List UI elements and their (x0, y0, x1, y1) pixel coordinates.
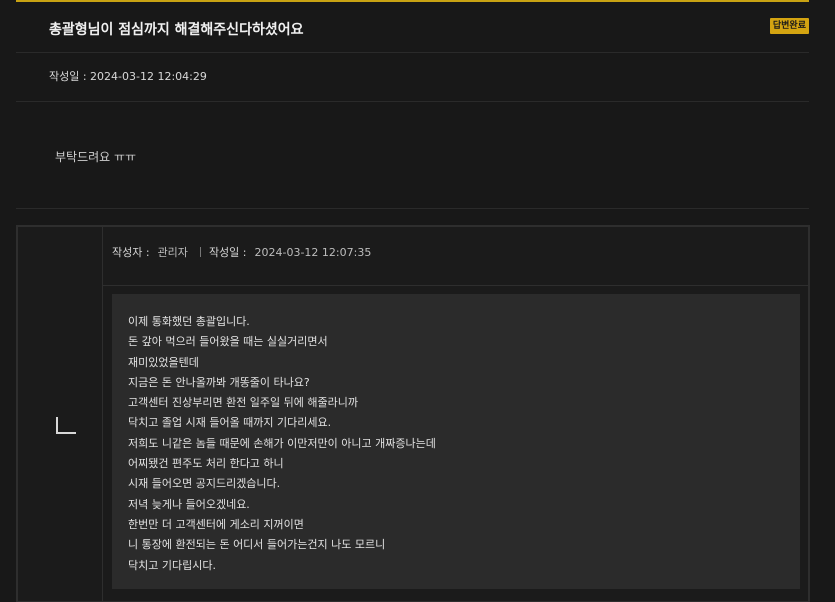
answer-side-column (18, 227, 103, 601)
answer-line: 저희도 니같은 놈들 때문에 손해가 이만저만이 아니고 개짜증나는데 (128, 436, 436, 450)
post-title: 총괄형님이 점심까지 해결해주신다하셨어요 (49, 22, 304, 38)
meta-divider (199, 247, 201, 257)
answer-line: 저녁 늦게나 들어오겠네요. (128, 497, 250, 511)
answer-header: 작성자 : 관리자 작성일 : 2024-03-12 12:07:35 (103, 227, 808, 286)
post-content-row: 부탁드려요 ㅠㅠ (16, 102, 809, 209)
answer-body: 이제 통화했던 총괄입니다. 돈 갚아 먹으러 들어왔을 때는 실실거리면서 재… (112, 294, 800, 589)
answer-line: 돈 갚아 먹으러 들어왔을 때는 실실거리면서 (128, 335, 328, 349)
status-badge: 답변완료 (769, 18, 809, 34)
answer-box: 작성자 : 관리자 작성일 : 2024-03-12 12:07:35 이제 통화했던… (16, 225, 810, 602)
answer-line: 시재 들어오면 공지드리겠습니다. (128, 477, 281, 491)
answer-line: 지금은 돈 안나올까봐 개똥줄이 타나요? (128, 375, 310, 389)
answer-line: 닥치고 기다립시다. (128, 558, 216, 572)
post-title-row: 총괄형님이 점심까지 해결해주신다하셨어요 답변완료 (16, 2, 809, 53)
answer-line: 닥치고 졸업 시재 들어올 때까지 기다리세요. (128, 416, 332, 430)
answer-meta: 작성자 : 관리자 작성일 : 2024-03-12 12:07:35 (112, 244, 371, 260)
answer-line: 한번만 더 고객센터에 게소리 지꺼이면 (128, 517, 304, 531)
reply-arrow-icon (56, 417, 76, 434)
answer-date-label: 작성일 : (208, 246, 247, 259)
answer-line: 이제 통화했던 총괄입니다. (128, 315, 250, 328)
answer-line: 니 통장에 환전되는 돈 어디서 들어가는건지 나도 모르니 (128, 538, 386, 552)
post-date: 작성일 : 2024-03-12 12:04:29 (49, 70, 207, 83)
answer-line: 재미있었을텐데 (128, 355, 199, 369)
answer-author: 관리자 (157, 246, 188, 259)
post-meta-row: 작성일 : 2024-03-12 12:04:29 (16, 53, 809, 102)
answer-date: 2024-03-12 12:07:35 (254, 246, 372, 259)
answer-author-label: 작성자 : (112, 246, 150, 259)
answer-line: 고객센터 진상부리면 환전 일주일 뒤에 해줄라니까 (128, 396, 359, 410)
post-detail-page: 총괄형님이 점심까지 해결해주신다하셨어요 답변완료 작성일 : 2024-03… (0, 0, 835, 602)
answer-line: 어찌됐건 편주도 처리 한다고 하니 (128, 457, 284, 471)
post-content: 부탁드려요 ㅠㅠ (55, 150, 137, 164)
answer-text: 이제 통화했던 총괄입니다. 돈 갚아 먹으러 들어왔을 때는 실실거리면서 재… (128, 312, 436, 576)
